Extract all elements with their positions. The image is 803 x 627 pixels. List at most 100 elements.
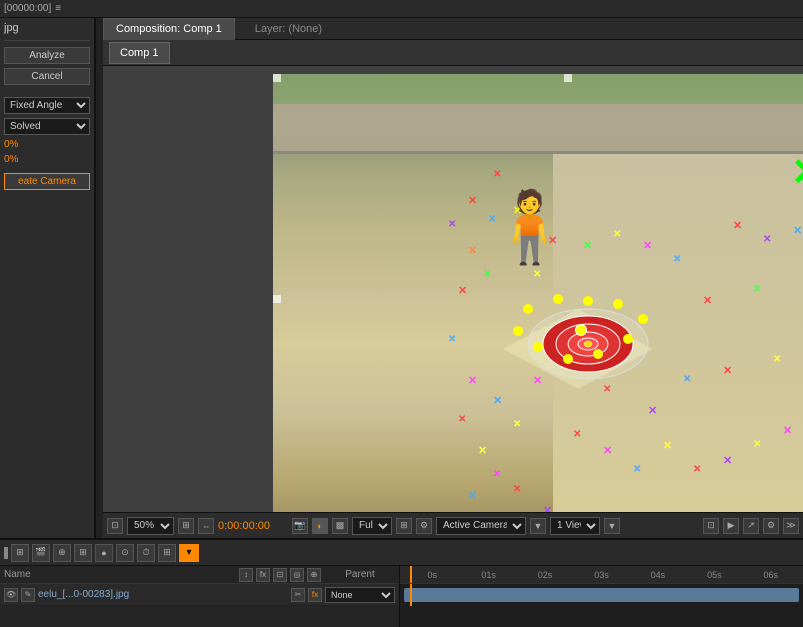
timecode-display: 0:00:00:00 [218, 520, 288, 532]
track-marker-b10: ✕ [673, 254, 681, 265]
tl-tool3[interactable]: ⊕ [53, 544, 71, 562]
composition-tab[interactable]: Composition: Comp 1 [103, 18, 235, 40]
timeline-layers-panel: Name ↕ fx ⊡ ◎ ⊕ Parent 👁 ✎ eelu_[...0-00… [0, 566, 400, 627]
track-marker-r12: ✕ [723, 364, 732, 377]
toggle-icon[interactable]: ⚙ [416, 518, 432, 534]
track-marker-r1: ✕ [468, 194, 477, 207]
top-bar-menu[interactable]: ≡ [55, 3, 61, 14]
parent-select[interactable]: None [325, 587, 395, 603]
tl-header-icon1[interactable]: ↕ [239, 568, 253, 582]
quality-select[interactable]: Full [352, 517, 392, 535]
tl-header-icon3[interactable]: ⊡ [273, 568, 287, 582]
parent-col-label: Parent [325, 569, 395, 580]
camera-select[interactable]: Active Camera [436, 517, 526, 535]
tl-header-icon5[interactable]: ⊕ [307, 568, 321, 582]
color2-icon[interactable]: ▩ [332, 518, 348, 534]
layer-name-text: eelu_[...0-00283].jpg [38, 589, 288, 600]
handle-dot-1[interactable] [523, 304, 533, 314]
tl-tool5[interactable]: ● [95, 544, 113, 562]
corner-handle-tm[interactable] [564, 74, 572, 82]
track-marker-b2: ✕ [468, 489, 477, 502]
zoom-select[interactable]: 50% [127, 517, 174, 535]
left-panel: jpg Analyze Cancel Fixed Angle Solved 0%… [0, 18, 95, 538]
analyze-button[interactable]: Analyze [4, 47, 90, 64]
tl-tool8[interactable]: ⊞ [158, 544, 176, 562]
track-marker-p6: ✕ [648, 404, 657, 417]
handle-dot-7[interactable] [593, 349, 603, 359]
track-marker-b5: ✕ [793, 224, 802, 237]
grid-icon[interactable]: ⊞ [396, 518, 412, 534]
color-icon[interactable]: ◐ [312, 518, 328, 534]
ruler-4: 04s [630, 570, 686, 580]
handle-dot-10[interactable] [513, 326, 523, 336]
handle-dot-8[interactable] [563, 354, 573, 364]
drag-handle[interactable] [4, 547, 8, 559]
tl-header-icon2[interactable]: fx [256, 568, 270, 582]
view-select[interactable]: 1 View [550, 517, 600, 535]
track-marker-pk5: ✕ [533, 374, 542, 387]
handle-dot-6[interactable] [623, 334, 633, 344]
main-layout: jpg Analyze Cancel Fixed Angle Solved 0%… [0, 18, 803, 538]
composition-tab-label: Composition: Comp 1 [116, 23, 222, 35]
create-camera-button[interactable]: eate Camera [4, 173, 90, 190]
tab-bar: Composition: Comp 1 Layer: (None) [103, 18, 803, 40]
playhead-line[interactable] [410, 566, 412, 583]
timeline-ruler: 0s 01s 02s 03s 04s 05s 06s [400, 566, 803, 584]
handle-dot-5[interactable] [638, 314, 648, 324]
export-icon[interactable]: ↗ [743, 518, 759, 534]
tl-tool7[interactable]: ⏱ [137, 544, 155, 562]
comp1-tab[interactable]: Comp 1 [109, 42, 170, 64]
cancel-button[interactable]: Cancel [4, 68, 90, 85]
ruler-0: 0s [404, 570, 460, 580]
track-marker-y2: ✕ [478, 444, 487, 457]
pct1-value: 0% [4, 139, 18, 150]
ruler-marks: 0s 01s 02s 03s 04s 05s 06s [404, 570, 799, 580]
track-marker-pk1: ✕ [468, 374, 477, 387]
render-icon[interactable]: ▶ [723, 518, 739, 534]
handle-center[interactable] [575, 324, 587, 336]
layer-tab-label: Layer: (None) [243, 20, 334, 38]
timeline-ruler-area: 0s 01s 02s 03s 04s 05s 06s [400, 566, 803, 627]
solve-select[interactable]: Solved [4, 118, 90, 135]
tl-header-icon4[interactable]: ◎ [290, 568, 304, 582]
tl-tool1[interactable]: ⊞ [11, 544, 29, 562]
tl-tool6[interactable]: ⊙ [116, 544, 134, 562]
timeline-layer-bar-row [400, 584, 803, 606]
layer-fx-icon[interactable]: fx [308, 588, 322, 602]
camera-sel-icon[interactable]: ▼ [530, 518, 546, 534]
corner-handle-tl[interactable] [273, 74, 281, 82]
timeline-layer-row: 👁 ✎ eelu_[...0-00283].jpg ✂ fx None [0, 584, 399, 606]
track-marker-b9: ✕ [683, 374, 691, 385]
fit-icon[interactable]: ⊞ [178, 518, 194, 534]
handle-dot-2[interactable] [553, 294, 563, 304]
left-scrollbar[interactable] [95, 18, 103, 538]
center-area: Composition: Comp 1 Layer: (None) Comp 1 [103, 18, 803, 538]
view-icon[interactable]: ▼ [604, 518, 620, 534]
track-marker-y8: ✕ [773, 354, 781, 365]
more-icon[interactable]: ≫ [783, 518, 799, 534]
layer-del-icon[interactable]: ✂ [291, 588, 305, 602]
green-x2-icon: ✕ [791, 154, 803, 192]
settings-icon[interactable]: ⚙ [763, 518, 779, 534]
handle-dot-9[interactable] [533, 342, 543, 352]
expand-icon[interactable]: ⊡ [107, 518, 123, 534]
handle-dot-4[interactable] [613, 299, 623, 309]
top-bar-timecode: [00000:00] [4, 3, 51, 14]
playhead-bar [410, 584, 412, 606]
snap-icon[interactable]: ⊡ [703, 518, 719, 534]
filename-label: jpg [4, 22, 90, 34]
camera-icon[interactable]: 📷 [292, 518, 308, 534]
layer-lock-icon[interactable]: ✎ [21, 588, 35, 602]
tl-tool4[interactable]: ⊞ [74, 544, 92, 562]
ruler-2: 02s [517, 570, 573, 580]
corner-handle-ml[interactable] [273, 295, 281, 303]
comp1-tab-label: Comp 1 [120, 47, 159, 59]
handle-dot-3[interactable] [583, 296, 593, 306]
angle-select[interactable]: Fixed Angle [4, 97, 90, 114]
resize-icon[interactable]: ⇔ [198, 518, 214, 534]
ruler-3: 03s [573, 570, 629, 580]
tl-tool2[interactable]: 🎬 [32, 544, 50, 562]
layer-vis-icon[interactable]: 👁 [4, 588, 18, 602]
person-silhouette: 🧍 [486, 192, 573, 262]
playhead-marker[interactable]: ▾ [179, 544, 199, 562]
